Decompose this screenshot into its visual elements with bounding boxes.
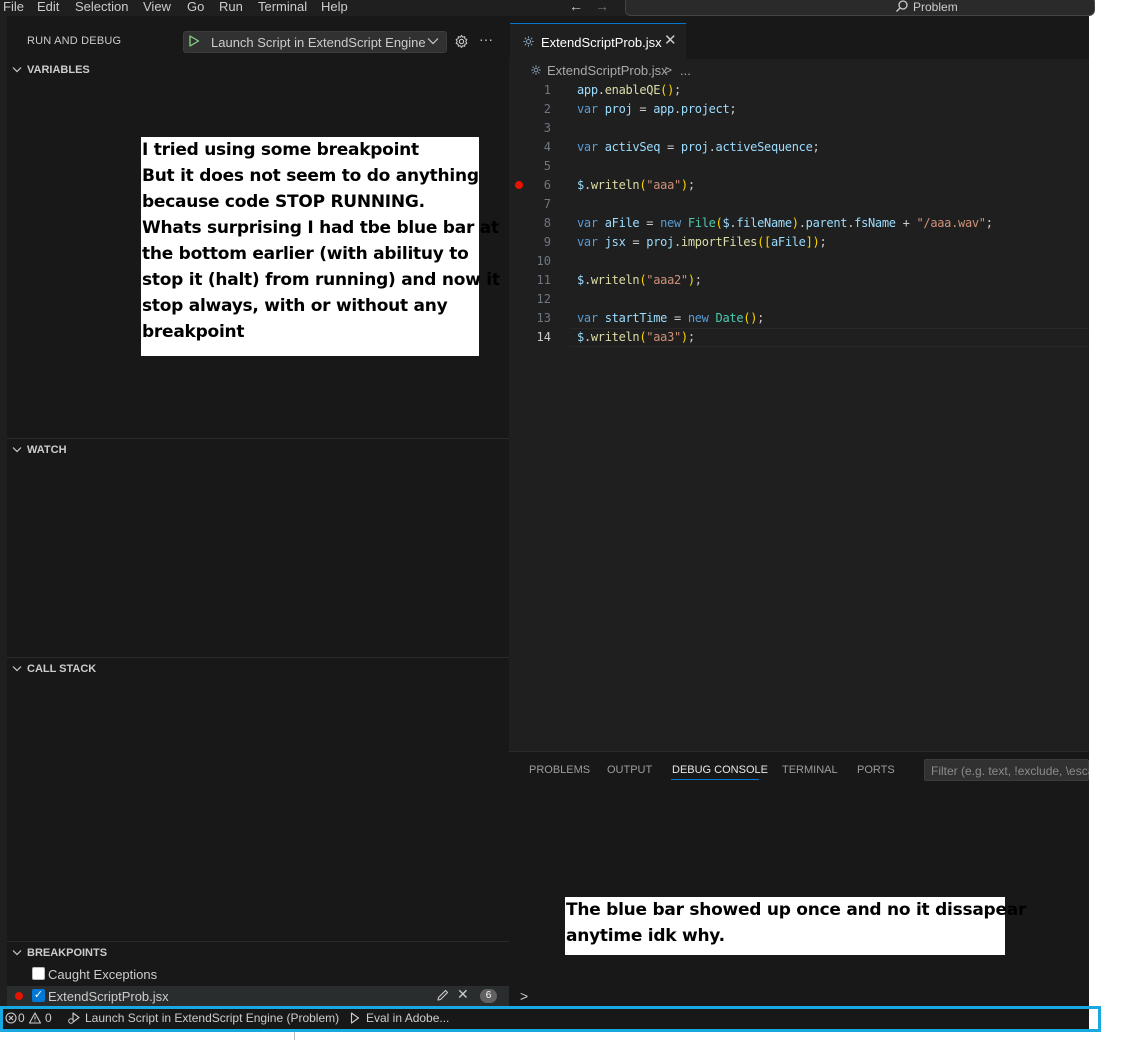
- line-number[interactable]: 12: [509, 290, 551, 309]
- tab-debug-console[interactable]: DEBUG CONSOLE: [672, 764, 768, 777]
- tab-problems[interactable]: PROBLEMS: [529, 764, 590, 777]
- breadcrumb-separator: >: [665, 63, 673, 77]
- section-divider: [7, 941, 509, 942]
- breakpoints-section-header[interactable]: BREAKPOINTS: [7, 943, 509, 963]
- breakpoint-dot-icon: [15, 992, 23, 1000]
- call-stack-section-header[interactable]: CALL STACK: [7, 659, 509, 679]
- divider: [294, 1032, 295, 1040]
- command-center[interactable]: [625, 0, 1095, 16]
- play-icon[interactable]: [188, 35, 200, 47]
- watch-section-header[interactable]: WATCH: [7, 440, 509, 460]
- section-divider: [7, 438, 509, 439]
- line-number[interactable]: 14: [509, 328, 551, 347]
- chevron-down-icon: [12, 447, 22, 453]
- file-settings-icon: [523, 36, 534, 47]
- code-line[interactable]: $.writeln("aa3");: [577, 328, 695, 347]
- file-settings-icon: [531, 65, 541, 75]
- annotation-line: Whats surprising I had tbe blue bar at: [142, 218, 499, 238]
- launch-config-label[interactable]: Launch Script in ExtendScript Engine: [211, 35, 426, 50]
- chevron-down-icon[interactable]: [427, 36, 439, 46]
- close-icon[interactable]: ✕: [664, 33, 677, 48]
- annotation-line: The blue bar showed up once and no it di…: [566, 900, 1027, 920]
- filter-placeholder[interactable]: Filter (e.g. text, !exclude, \escape): [931, 765, 1089, 778]
- caught-exceptions-checkbox[interactable]: [32, 967, 45, 980]
- command-center-text: Problem: [913, 0, 958, 14]
- menu-selection[interactable]: Selection: [75, 0, 128, 16]
- annotation-line: because code STOP RUNNING.: [142, 192, 425, 212]
- line-number[interactable]: 4: [509, 138, 551, 157]
- chevron-down-icon: [12, 67, 22, 73]
- menu-help[interactable]: Help: [321, 0, 348, 16]
- chevron-down-icon: [12, 666, 22, 672]
- repl-prompt-icon[interactable]: >: [520, 989, 530, 1003]
- line-number[interactable]: 8: [509, 214, 551, 233]
- code-line[interactable]: var activSeq = proj.activeSequence;: [577, 138, 820, 157]
- call-stack-label: CALL STACK: [27, 663, 97, 675]
- annotation-note: The blue bar showed up once and no it di…: [565, 897, 1027, 955]
- menu-view[interactable]: View: [143, 0, 171, 16]
- active-tab-indicator: [671, 779, 759, 780]
- breadcrumb-file[interactable]: ExtendScriptProb.jsx: [547, 63, 668, 78]
- annotation-line: anytime idk why.: [566, 926, 725, 946]
- tab-output[interactable]: OUTPUT: [607, 764, 652, 777]
- line-number[interactable]: 11: [509, 271, 551, 290]
- line-number[interactable]: 2: [509, 100, 551, 119]
- breakpoint-file-label[interactable]: ExtendScriptProb.jsx: [48, 989, 169, 1004]
- bottom-panel: [509, 751, 1089, 1006]
- code-line[interactable]: var jsx = proj.importFiles([aFile]);: [577, 233, 827, 252]
- line-number[interactable]: 9: [509, 233, 551, 252]
- annotation-line: I tried using some breakpoint: [142, 140, 419, 160]
- code-line[interactable]: app.enableQE();: [577, 81, 681, 100]
- code-line[interactable]: var startTime = new Date();: [577, 309, 764, 328]
- breadcrumb-more[interactable]: ...: [680, 63, 691, 78]
- annotation-line: But it does not seem to do anything: [142, 166, 479, 186]
- menu-go[interactable]: Go: [187, 0, 204, 16]
- variables-section-header[interactable]: VARIABLES: [7, 60, 509, 80]
- run-and-debug-title: RUN AND DEBUG: [27, 35, 122, 47]
- highlight-outline: [0, 1006, 1101, 1032]
- code-line[interactable]: $.writeln("aaa");: [577, 176, 695, 195]
- menu-file[interactable]: File: [3, 0, 24, 16]
- tab-terminal[interactable]: TERMINAL: [782, 764, 838, 777]
- line-number[interactable]: 3: [509, 119, 551, 138]
- more-actions-icon[interactable]: ···: [479, 32, 495, 49]
- chevron-down-icon: [12, 950, 22, 956]
- annotation-line: the bottom earlier (with abilituy to: [142, 244, 469, 264]
- gear-icon[interactable]: [454, 34, 469, 49]
- tab-ports[interactable]: PORTS: [857, 764, 895, 777]
- activity-bar-edge: [0, 16, 7, 1006]
- line-number[interactable]: 1: [509, 81, 551, 100]
- code-line[interactable]: $.writeln("aaa2");: [577, 271, 702, 290]
- breakpoints-label: BREAKPOINTS: [27, 947, 108, 959]
- code-line[interactable]: var proj = app.project;: [577, 100, 737, 119]
- breakpoint-file-checkbox[interactable]: ✓: [32, 989, 45, 1002]
- variables-label: VARIABLES: [27, 64, 90, 76]
- forward-arrow-icon[interactable]: →: [595, 0, 611, 14]
- section-divider: [7, 657, 509, 658]
- menu-terminal[interactable]: Terminal: [258, 0, 307, 16]
- back-arrow-icon[interactable]: ←: [569, 0, 585, 14]
- line-number[interactable]: 6: [509, 176, 551, 195]
- line-number[interactable]: 10: [509, 252, 551, 271]
- pencil-icon[interactable]: [436, 988, 450, 1002]
- code-line[interactable]: var aFile = new File($.fileName).parent.…: [577, 214, 993, 233]
- annotation-line: stop it (halt) from running) and now it: [142, 270, 500, 290]
- menu-run[interactable]: Run: [219, 0, 243, 16]
- caught-exceptions-label[interactable]: Caught Exceptions: [48, 967, 157, 982]
- editor-area[interactable]: [509, 16, 1089, 751]
- tab-label[interactable]: ExtendScriptProb.jsx: [541, 35, 662, 50]
- menu-edit[interactable]: Edit: [37, 0, 59, 16]
- breakpoint-line-badge: 6: [480, 989, 497, 1003]
- line-number[interactable]: 7: [509, 195, 551, 214]
- line-number[interactable]: 5: [509, 157, 551, 176]
- annotation-line: breakpoint: [142, 322, 245, 342]
- annotation-line: stop always, with or without any: [142, 296, 448, 316]
- watch-label: WATCH: [27, 444, 67, 456]
- close-icon[interactable]: ✕: [457, 987, 470, 1002]
- search-icon: [896, 0, 908, 12]
- line-number[interactable]: 13: [509, 309, 551, 328]
- annotation-note: I tried using some breakpoint But it doe…: [141, 137, 500, 356]
